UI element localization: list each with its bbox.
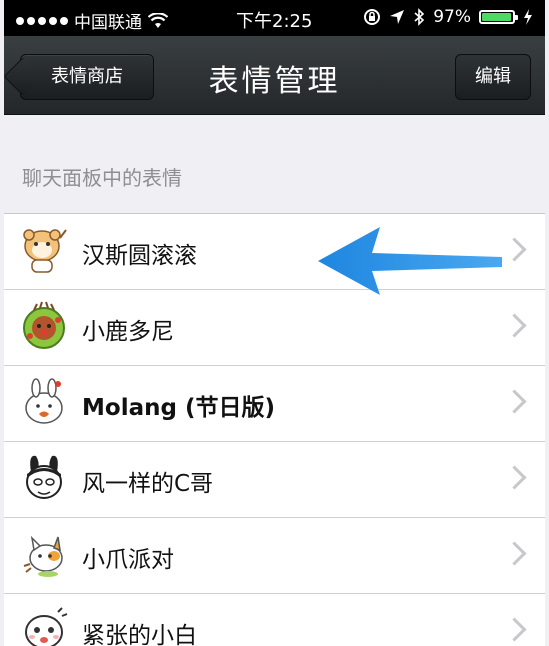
blue-arrow-annotation — [318, 227, 502, 295]
sticker-name: 小爪派对 — [82, 547, 174, 573]
status-left: 中国联通 — [16, 8, 168, 33]
list-item[interactable]: 紧张的小白 — [4, 594, 545, 646]
signal-dots-icon — [16, 16, 68, 25]
status-time: 下午2:25 — [236, 11, 313, 32]
deer-sticker-icon — [23, 301, 65, 349]
status-right: 97% — [363, 7, 533, 27]
hamster-sticker-icon — [23, 229, 67, 273]
chevron-right-icon — [502, 389, 527, 414]
chevron-right-icon — [502, 465, 527, 490]
status-bar: 中国联通 下午2:25 97% — [4, 0, 545, 36]
cat-sticker-icon — [23, 535, 63, 577]
navigation-bar: 表情商店 表情管理 编辑 — [4, 36, 545, 115]
carrier-label: 中国联通 — [74, 13, 142, 33]
bluetooth-icon — [414, 8, 425, 26]
charging-bolt-icon — [524, 9, 532, 25]
sticker-name: 汉斯圆滚滚 — [82, 243, 197, 269]
battery-fill — [482, 13, 512, 21]
list-item[interactable]: 小鹿多尼 — [4, 290, 545, 366]
chevron-right-icon — [502, 541, 527, 566]
sticker-name: 风一样的C哥 — [82, 471, 214, 497]
bunny-face-sticker-icon — [26, 455, 62, 499]
list-item[interactable]: 风一样的C哥 — [4, 442, 545, 518]
location-icon — [390, 10, 405, 24]
rabbit-sticker-icon — [25, 378, 63, 424]
sticker-name: 紧张的小白 — [82, 623, 197, 646]
chevron-right-icon — [502, 237, 527, 262]
section-header: 聊天面板中的表情 — [22, 166, 182, 190]
list-item[interactable]: Molang (节日版) — [4, 366, 545, 442]
chevron-right-icon — [502, 617, 527, 642]
sticker-name: Molang (节日版) — [82, 395, 275, 421]
battery-percent: 97% — [433, 7, 471, 27]
rotation-lock-icon — [364, 9, 381, 25]
edit-button[interactable]: 编辑 — [455, 54, 531, 100]
list-item[interactable]: 小爪派对 — [4, 518, 545, 594]
sticker-name: 小鹿多尼 — [82, 319, 174, 345]
phone-screen: 中国联通 下午2:25 97% 表情商店 表情管理 编辑 聊天面板中的表情 汉斯… — [4, 0, 545, 646]
chevron-right-icon — [502, 313, 527, 338]
white-face-sticker-icon — [25, 607, 68, 646]
battery-icon — [479, 10, 518, 24]
wifi-icon — [148, 12, 168, 28]
